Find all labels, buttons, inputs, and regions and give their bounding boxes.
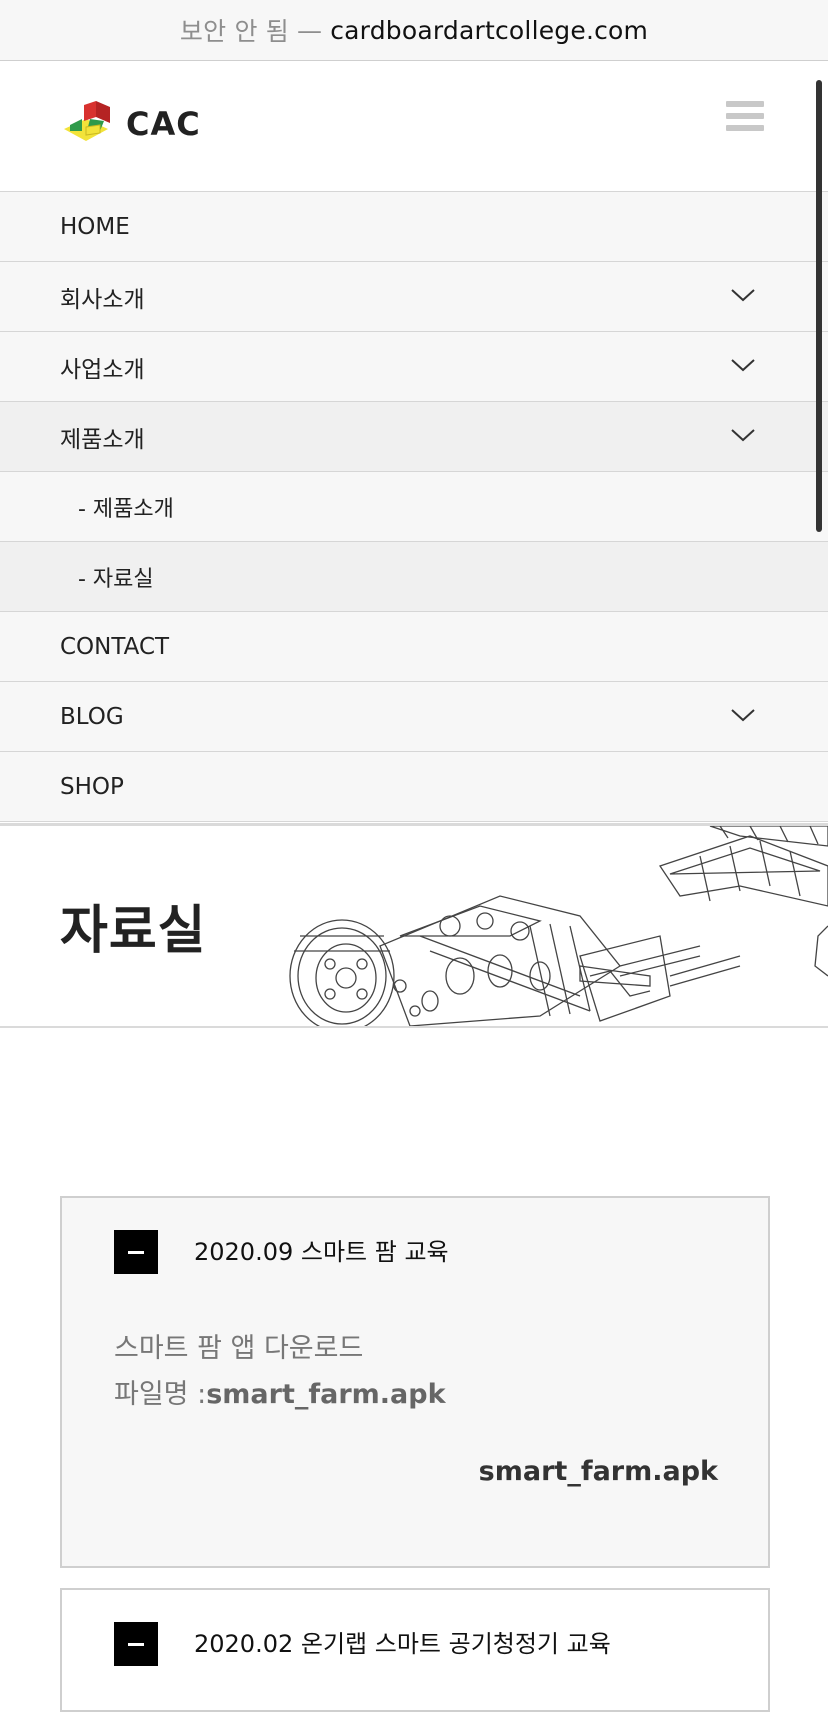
nav-item-label: CONTACT	[60, 633, 170, 660]
collapse-toggle-button[interactable]	[114, 1622, 158, 1666]
hamburger-icon	[726, 101, 764, 107]
page-title: 자료실	[60, 901, 207, 961]
nav-item-company[interactable]: 회사소개	[0, 262, 828, 332]
nav-item-label: 회사소개	[60, 286, 145, 313]
scrollbar[interactable]	[816, 80, 822, 532]
nav-item-shop[interactable]: SHOP	[0, 752, 828, 822]
minus-icon	[128, 1250, 144, 1254]
download-item-title[interactable]: 2020.02 온기랩 스마트 공기청정기 교육	[194, 1622, 611, 1666]
nav-item-label: - 제품소개	[78, 496, 174, 522]
chevron-down-icon[interactable]	[730, 356, 756, 374]
filename-prefix: 파일명 :	[114, 1379, 207, 1410]
chevron-down-icon[interactable]	[730, 706, 756, 724]
chevron-down-icon[interactable]	[730, 426, 756, 444]
download-filename-line: 파일명 :smart_farm.apk	[114, 1372, 446, 1418]
filename: smart_farm.apk	[206, 1379, 446, 1410]
nav-item-blog[interactable]: BLOG	[0, 682, 828, 752]
nav-subitem-products[interactable]: - 제품소개	[0, 472, 828, 542]
site-header: CAC	[0, 61, 828, 193]
nav-item-label: SHOP	[60, 773, 124, 800]
nav-item-home[interactable]: HOME	[0, 192, 828, 262]
url-domain: cardboardartcollege.com	[330, 15, 649, 45]
nav-subitem-archive[interactable]: - 자료실	[0, 542, 828, 612]
hamburger-icon-bar	[726, 125, 764, 131]
nav-item-label: HOME	[60, 213, 130, 240]
cac-logo-icon	[64, 101, 110, 141]
download-link[interactable]: smart_farm.apk	[479, 1456, 718, 1487]
logo-text: CAC	[126, 105, 201, 143]
download-item: 2020.02 온기랩 스마트 공기청정기 교육	[60, 1588, 770, 1712]
collapse-toggle-button[interactable]	[114, 1230, 158, 1274]
menu-toggle-button[interactable]	[726, 101, 764, 137]
hamburger-icon-bar	[726, 113, 764, 119]
download-description: 스마트 팜 앱 다운로드	[114, 1333, 364, 1364]
chevron-down-icon[interactable]	[730, 286, 756, 304]
main-nav-menu: HOME 회사소개 사업소개 제품소개 - 제품소개 - 자료실 CONTACT…	[0, 192, 828, 822]
site-logo[interactable]: CAC	[60, 97, 201, 151]
nav-item-products[interactable]: 제품소개	[0, 402, 828, 472]
address-bar[interactable]: 보안 안 됨 — cardboardartcollege.com	[0, 0, 828, 61]
cardboard-vehicle-illustration	[289, 826, 828, 1026]
nav-item-contact[interactable]: CONTACT	[0, 612, 828, 682]
nav-item-business[interactable]: 사업소개	[0, 332, 828, 402]
nav-item-label: 사업소개	[60, 356, 145, 383]
url-separator: —	[297, 15, 323, 45]
page-banner: 자료실	[0, 823, 828, 1028]
nav-item-label: - 자료실	[78, 566, 154, 592]
download-item-body: 스마트 팜 앱 다운로드 파일명 :smart_farm.apk	[114, 1326, 446, 1418]
download-item: 2020.09 스마트 팜 교육 스마트 팜 앱 다운로드 파일명 :smart…	[60, 1196, 770, 1568]
minus-icon	[128, 1642, 144, 1646]
nav-item-label: 제품소개	[60, 426, 145, 453]
security-status: 보안 안 됨	[179, 17, 290, 46]
download-item-title[interactable]: 2020.09 스마트 팜 교육	[194, 1230, 449, 1274]
nav-item-label: BLOG	[60, 703, 124, 730]
